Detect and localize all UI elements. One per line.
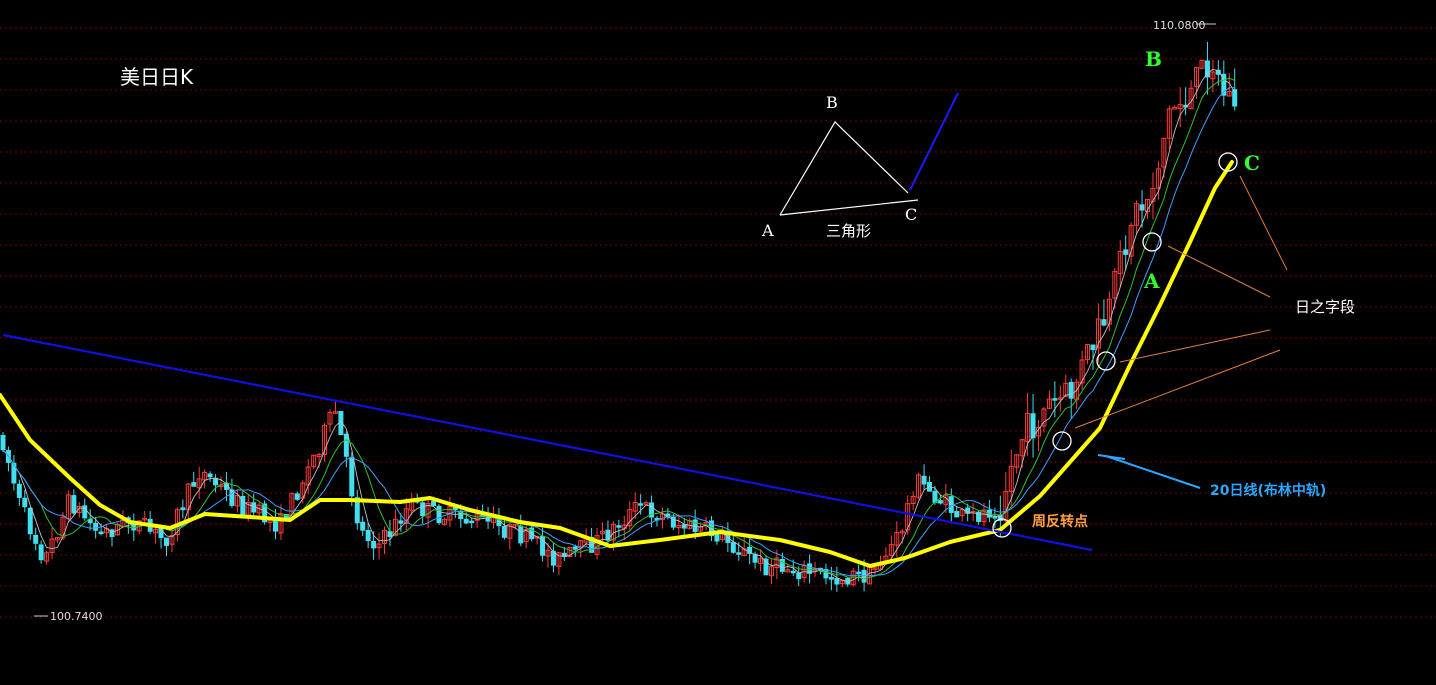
candle-body (360, 521, 366, 531)
candle-body (343, 433, 349, 457)
candlestick-chart: A B C 三角形 110.0800 100.7400 美日日K B A C 日… (0, 19, 1436, 623)
candle-body (1068, 381, 1074, 399)
candle-body (1090, 344, 1096, 351)
candle-body (469, 520, 475, 524)
candle-body (16, 483, 22, 498)
moving-averages (0, 68, 1236, 583)
candle-body (1052, 398, 1058, 401)
candle-body (790, 570, 796, 574)
triangle-shape (779, 121, 909, 216)
ma-20-line (0, 160, 1234, 568)
candle-body (1123, 249, 1129, 255)
candle-body (1172, 107, 1178, 110)
descending-trendline (2, 333, 1093, 552)
triangle-point-c: C (905, 205, 917, 224)
candle-body (954, 511, 960, 518)
triangle-point-b: B (826, 93, 838, 112)
triangle-point-a: A (761, 221, 774, 240)
weekly-reversal-label: 周反转点 (1032, 513, 1088, 530)
candle-body (22, 497, 28, 508)
candle-body (921, 475, 927, 485)
candle-body (518, 525, 524, 544)
candle-body (431, 500, 437, 506)
candle-body (681, 524, 687, 529)
candle-body (93, 522, 99, 531)
candle-body (828, 577, 834, 580)
ma20-arrow (1097, 454, 1201, 489)
candle-body (1101, 319, 1107, 326)
candle-body (349, 456, 355, 497)
ma-10-line (2, 77, 1235, 580)
candle-body (71, 495, 77, 514)
candle-body (420, 502, 426, 517)
candle-body (180, 507, 186, 511)
triangle-breakout (909, 92, 959, 191)
triangle-base (779, 199, 919, 216)
candle-body (736, 552, 742, 555)
candle-body (33, 534, 39, 544)
price-min-label: 100.7400 (50, 610, 103, 623)
candle-body (436, 505, 442, 524)
candle-body (463, 518, 469, 524)
price-max-marker: 110.0800 (1153, 19, 1216, 32)
candle-body (992, 516, 998, 519)
candle-body (501, 526, 507, 538)
candle-body (213, 477, 219, 486)
triangle-diagram: A B C 三角形 (761, 92, 959, 240)
candle-body (834, 578, 840, 585)
candle-body (98, 531, 104, 535)
price-max-label: 110.0800 (1153, 19, 1206, 32)
ma20-note: 20日线(布林中轨) (1210, 482, 1326, 499)
candle-body (398, 520, 404, 524)
price-min-marker: 100.7400 (34, 610, 103, 623)
wave-c-label: C (1244, 151, 1260, 175)
candle-body (856, 571, 862, 575)
candle-body (38, 544, 44, 561)
wave-a-label: A (1143, 269, 1160, 293)
candle-body (730, 541, 736, 553)
candle-body (0, 435, 6, 451)
candle-body (164, 537, 169, 546)
wave-b-label: B (1145, 47, 1162, 71)
candle-body (207, 473, 213, 478)
day-segment-label: 日之字段 (1295, 298, 1355, 316)
candle-body (714, 533, 720, 542)
candle-body (763, 558, 769, 576)
candle-body (294, 493, 300, 500)
ma-fast-line (2, 87, 1235, 577)
candle-body (273, 519, 278, 532)
triangle-label: 三角形 (826, 222, 871, 240)
candle-body (365, 529, 371, 542)
candles (0, 41, 1238, 592)
candle-body (572, 546, 578, 550)
candle-body (485, 516, 491, 522)
candle-body (937, 500, 943, 504)
candle-body (371, 540, 377, 549)
candle-body (616, 525, 622, 528)
candle-body (643, 502, 649, 505)
candle-body (638, 503, 644, 506)
candle-body (191, 482, 197, 487)
candle-body (27, 507, 33, 535)
candle-body (1139, 204, 1145, 211)
candle-body (752, 553, 758, 563)
candle-body (796, 572, 802, 580)
ma-5-line (2, 68, 1236, 583)
candle-body (1232, 89, 1238, 107)
chart-title: 美日日K (120, 65, 194, 89)
